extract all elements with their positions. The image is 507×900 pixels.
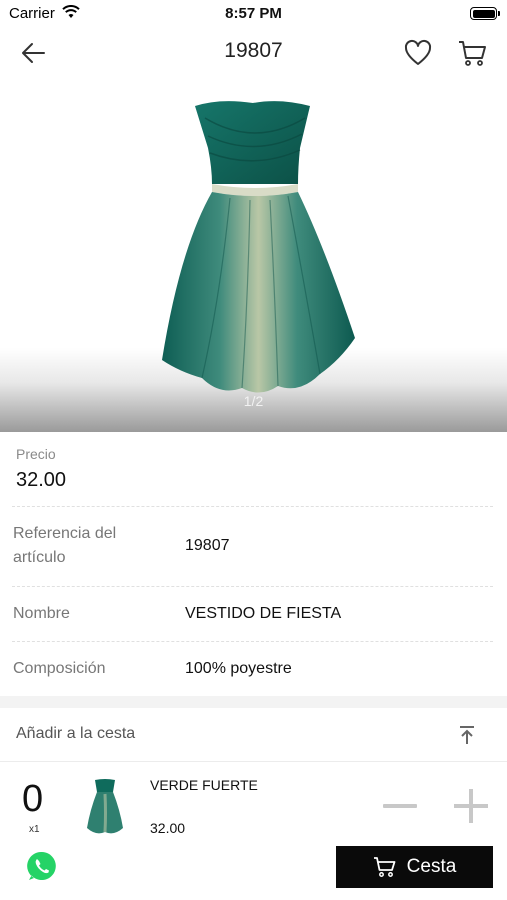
detail-value: 100% poyestre xyxy=(185,660,292,677)
navigation-bar: 19807 xyxy=(0,28,507,78)
price-section: Precio 32.00 xyxy=(0,432,507,506)
basket-item: 0 x1 VERDE FUERTE 32.00 xyxy=(0,762,507,836)
detail-row-name: Nombre VESTIDO DE FIESTA xyxy=(0,586,507,641)
plus-icon[interactable] xyxy=(454,789,488,823)
quantity-value: 0 xyxy=(22,778,44,820)
item-color: VERDE FUERTE xyxy=(150,777,258,793)
gallery-pager: 1/2 xyxy=(243,393,264,409)
battery-icon xyxy=(470,7,500,20)
status-bar: Carrier 8:57 PM xyxy=(0,0,507,28)
product-image-gallery[interactable]: 1/2 xyxy=(0,80,507,432)
add-to-basket-label: Añadir a la cesta xyxy=(16,725,136,742)
detail-value: 19807 xyxy=(185,537,230,554)
detail-label: Referencia del artículo xyxy=(13,525,117,566)
heart-icon[interactable] xyxy=(403,38,433,68)
bottom-action-bar: Cesta xyxy=(0,836,507,900)
product-image xyxy=(162,101,355,393)
cesta-label: Cesta xyxy=(406,856,457,877)
status-time: 8:57 PM xyxy=(225,5,282,22)
detail-value: VESTIDO DE FIESTA xyxy=(185,605,342,622)
detail-label: Composición xyxy=(13,660,106,677)
collapse-top-icon[interactable] xyxy=(456,724,478,746)
cesta-button[interactable]: Cesta xyxy=(336,846,493,888)
item-thumbnail xyxy=(87,779,123,834)
detail-row-reference: Referencia del artículo 19807 xyxy=(0,506,507,586)
minus-icon[interactable] xyxy=(383,804,417,808)
section-gap xyxy=(0,696,507,708)
detail-row-composition: Composición 100% poyestre xyxy=(0,641,507,696)
detail-label: Nombre xyxy=(13,605,70,622)
cart-icon xyxy=(373,857,396,877)
price-label: Precio xyxy=(16,446,56,462)
price-value: 32.00 xyxy=(16,469,67,491)
item-price: 32.00 xyxy=(150,820,186,836)
cart-icon[interactable] xyxy=(456,37,488,69)
add-to-basket-header[interactable]: Añadir a la cesta xyxy=(0,708,507,762)
quantity-multiplier: x1 xyxy=(29,824,40,835)
whatsapp-icon[interactable] xyxy=(26,850,58,882)
